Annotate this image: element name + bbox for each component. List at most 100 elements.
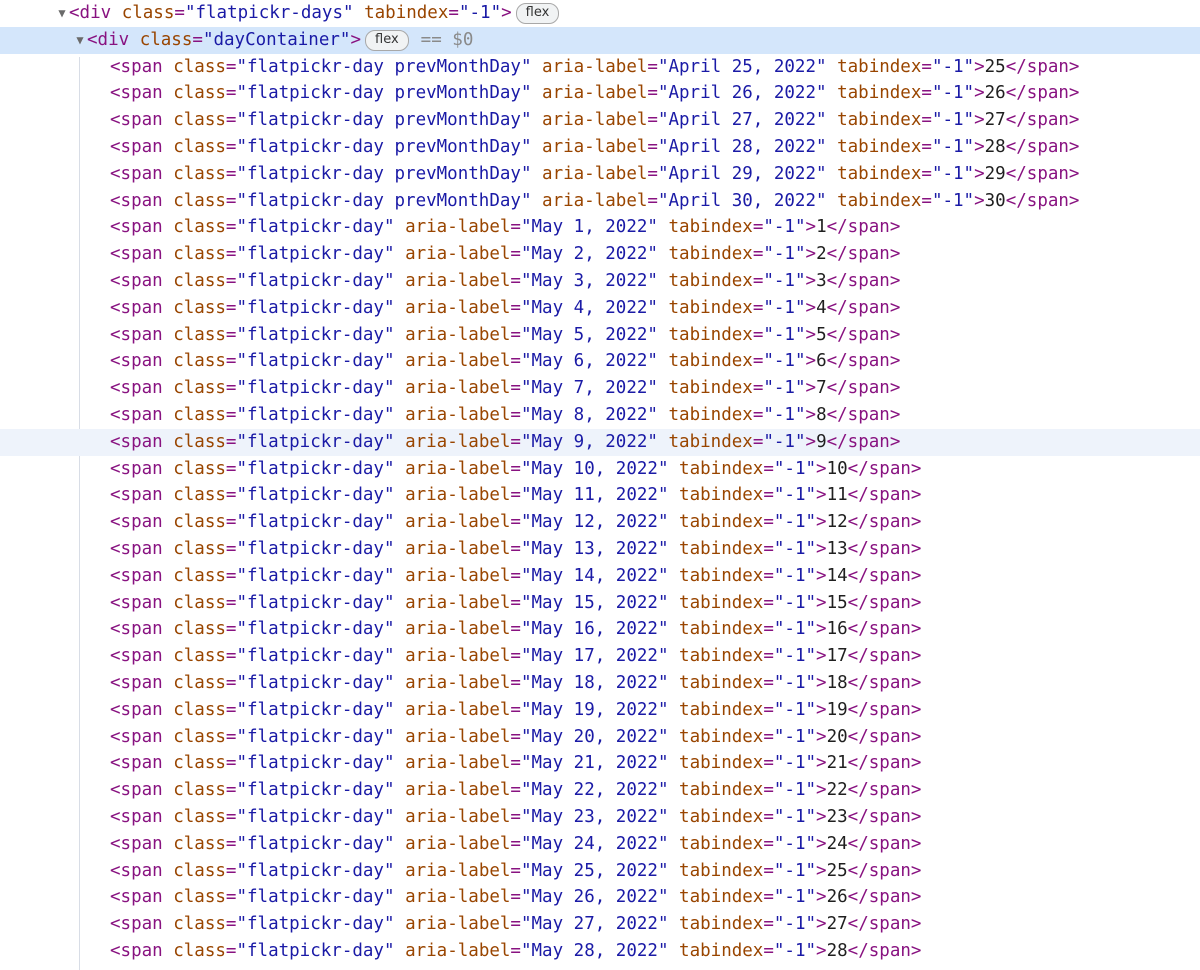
attr-name: class [173, 297, 226, 318]
node-text: 16 [826, 619, 848, 640]
tree-node-day-span[interactable]: <span class="flatpickr-day" aria-label="… [0, 428, 1200, 456]
tag-open: <div [69, 3, 112, 23]
tree-node-day-span[interactable]: <span class="flatpickr-day prevMonthDay"… [0, 161, 1200, 188]
attr-value: "April 30, 2022" [657, 190, 827, 211]
tree-node-flatpickr-days[interactable]: ▼ <div class="flatpickr-days" tabindex="-… [0, 0, 1200, 27]
attr-name: aria-label [405, 297, 511, 318]
attr-value: "-1" [773, 940, 817, 961]
tag-close: </span> [1005, 83, 1080, 104]
tree-node-day-span[interactable]: <span class="flatpickr-day" aria-label="… [0, 348, 1200, 375]
tree-node-day-span[interactable]: <span class="flatpickr-day" aria-label="… [0, 938, 1200, 965]
attr-name: class [173, 780, 226, 801]
attr-name: aria-label [405, 860, 511, 881]
tree-node-day-span[interactable]: <span class="flatpickr-day" aria-label="… [0, 322, 1200, 349]
tree-node-day-span[interactable]: <span class="flatpickr-day" aria-label="… [0, 724, 1200, 751]
tag-open: <span [110, 780, 174, 801]
attr-value: "flatpickr-day prevMonthDay" [236, 56, 532, 77]
attr-name: tabindex [668, 297, 753, 318]
node-text: 25 [826, 860, 848, 881]
attr-value: "flatpickr-day" [236, 780, 395, 801]
tag-open: <span [110, 458, 174, 479]
attr-name: class [173, 512, 226, 533]
tree-node-day-span[interactable]: <span class="flatpickr-day prevMonthDay"… [0, 188, 1200, 215]
tree-node-day-span[interactable]: <span class="flatpickr-day" aria-label="… [0, 750, 1200, 777]
tree-node-day-span[interactable]: <span class="flatpickr-day" aria-label="… [0, 911, 1200, 938]
tree-node-day-span[interactable]: <span class="flatpickr-day" aria-label="… [0, 563, 1200, 590]
attr-name: tabindex [679, 887, 764, 908]
tree-node-day-span[interactable]: <span class="flatpickr-day" aria-label="… [0, 214, 1200, 241]
tree-node-day-span[interactable]: <span class="flatpickr-day" aria-label="… [0, 804, 1200, 831]
tree-node-day-span[interactable]: <span class="flatpickr-day" aria-label="… [0, 295, 1200, 322]
tag-close: </span> [826, 431, 901, 452]
attr-value: "May 17, 2022" [520, 646, 669, 667]
attr-name: class [173, 860, 226, 881]
tree-node-day-span[interactable]: <span class="flatpickr-day" aria-label="… [0, 375, 1200, 402]
attr-name: tabindex [668, 270, 753, 291]
attr-name: tabindex [837, 56, 922, 77]
tree-node-day-span[interactable]: <span class="flatpickr-day" aria-label="… [0, 643, 1200, 670]
attr-name: class [173, 753, 226, 774]
tag-open: <span [110, 699, 174, 720]
attr-name: aria-label [405, 324, 511, 345]
tag-close: </span> [1005, 136, 1080, 157]
tag-open: <span [110, 538, 174, 559]
tree-node-day-span[interactable]: <span class="flatpickr-day" aria-label="… [0, 858, 1200, 885]
tree-node-day-span[interactable]: <span class="flatpickr-day prevMonthDay"… [0, 80, 1200, 107]
tree-node-day-container[interactable]: ▼ <div class="dayContainer"> flex == $0 [0, 26, 1200, 54]
node-text: 11 [826, 485, 848, 506]
tree-node-day-span[interactable]: <span class="flatpickr-day" aria-label="… [0, 536, 1200, 563]
tree-node-day-span[interactable]: <span class="flatpickr-day" aria-label="… [0, 670, 1200, 697]
tree-node-day-span[interactable]: <span class="flatpickr-day prevMonthDay"… [0, 107, 1200, 134]
tree-node-day-span[interactable]: <span class="flatpickr-day" aria-label="… [0, 268, 1200, 295]
attr-name: tabindex [679, 538, 764, 559]
tree-node-day-span[interactable]: <span class="flatpickr-day prevMonthDay"… [0, 54, 1200, 81]
tag-open: <div [87, 29, 130, 50]
node-text: 17 [826, 646, 848, 667]
tag-close: </span> [847, 940, 922, 961]
attr-value: "May 12, 2022" [520, 512, 669, 533]
flex-badge[interactable]: flex [515, 3, 560, 24]
attr-value: "May 26, 2022" [520, 887, 669, 908]
flex-badge[interactable]: flex [365, 29, 409, 51]
tree-node-day-span[interactable]: <span class="flatpickr-day" aria-label="… [0, 241, 1200, 268]
attr-name: class [173, 217, 226, 238]
attr-name: tabindex [679, 726, 764, 747]
attr-value: "flatpickr-day" [236, 431, 395, 452]
console-ref: == $0 [420, 29, 474, 50]
attr-value: "May 15, 2022" [520, 592, 669, 613]
tree-node-day-span[interactable]: <span class="flatpickr-day" aria-label="… [0, 831, 1200, 858]
attr-value: "-1" [773, 887, 817, 908]
tree-node-day-span[interactable]: <span class="flatpickr-day" aria-label="… [0, 482, 1200, 509]
tag-open: <span [110, 914, 174, 935]
attr-name: tabindex [679, 860, 764, 881]
tree-node-day-span[interactable]: <span class="flatpickr-day" aria-label="… [0, 616, 1200, 643]
attr-name: class [173, 726, 226, 747]
tree-node-day-span[interactable]: <span class="flatpickr-day prevMonthDay"… [0, 134, 1200, 161]
tree-node-day-span[interactable]: <span class="flatpickr-day" aria-label="… [0, 590, 1200, 617]
attr-name: class [139, 29, 193, 50]
attr-value: "May 2, 2022" [520, 244, 658, 265]
tree-node-day-span[interactable]: <span class="flatpickr-day" aria-label="… [0, 509, 1200, 536]
attr-value: "May 16, 2022" [520, 619, 669, 640]
attr-name: aria-label [405, 378, 511, 399]
attr-name: aria-label [405, 270, 511, 291]
attr-name: class [173, 244, 226, 265]
tree-node-day-span[interactable]: <span class="flatpickr-day" aria-label="… [0, 884, 1200, 911]
tag-open: <span [110, 646, 174, 667]
tree-node-day-span[interactable]: <span class="flatpickr-day" aria-label="… [0, 697, 1200, 724]
attr-value: "flatpickr-day" [236, 860, 395, 881]
tag-close: </span> [847, 753, 922, 774]
attr-name: aria-label [405, 806, 511, 827]
attr-value: "flatpickr-day" [236, 646, 395, 667]
tree-node-day-span[interactable]: <span class="flatpickr-day" aria-label="… [0, 777, 1200, 804]
attr-name: class [173, 833, 226, 854]
attr-value: "May 5, 2022" [520, 324, 658, 345]
tree-node-day-span[interactable]: <span class="flatpickr-day" aria-label="… [0, 402, 1200, 429]
tree-node-day-span[interactable]: <span class="flatpickr-day" aria-label="… [0, 456, 1200, 483]
tag-open: <span [110, 110, 174, 131]
expand-arrow-icon[interactable]: ▼ [73, 27, 87, 54]
expand-arrow-icon[interactable]: ▼ [55, 0, 69, 27]
day-rows: <span class="flatpickr-day prevMonthDay"… [0, 54, 1200, 965]
attr-value: "May 7, 2022" [520, 378, 658, 399]
tag-open: <span [110, 270, 174, 291]
